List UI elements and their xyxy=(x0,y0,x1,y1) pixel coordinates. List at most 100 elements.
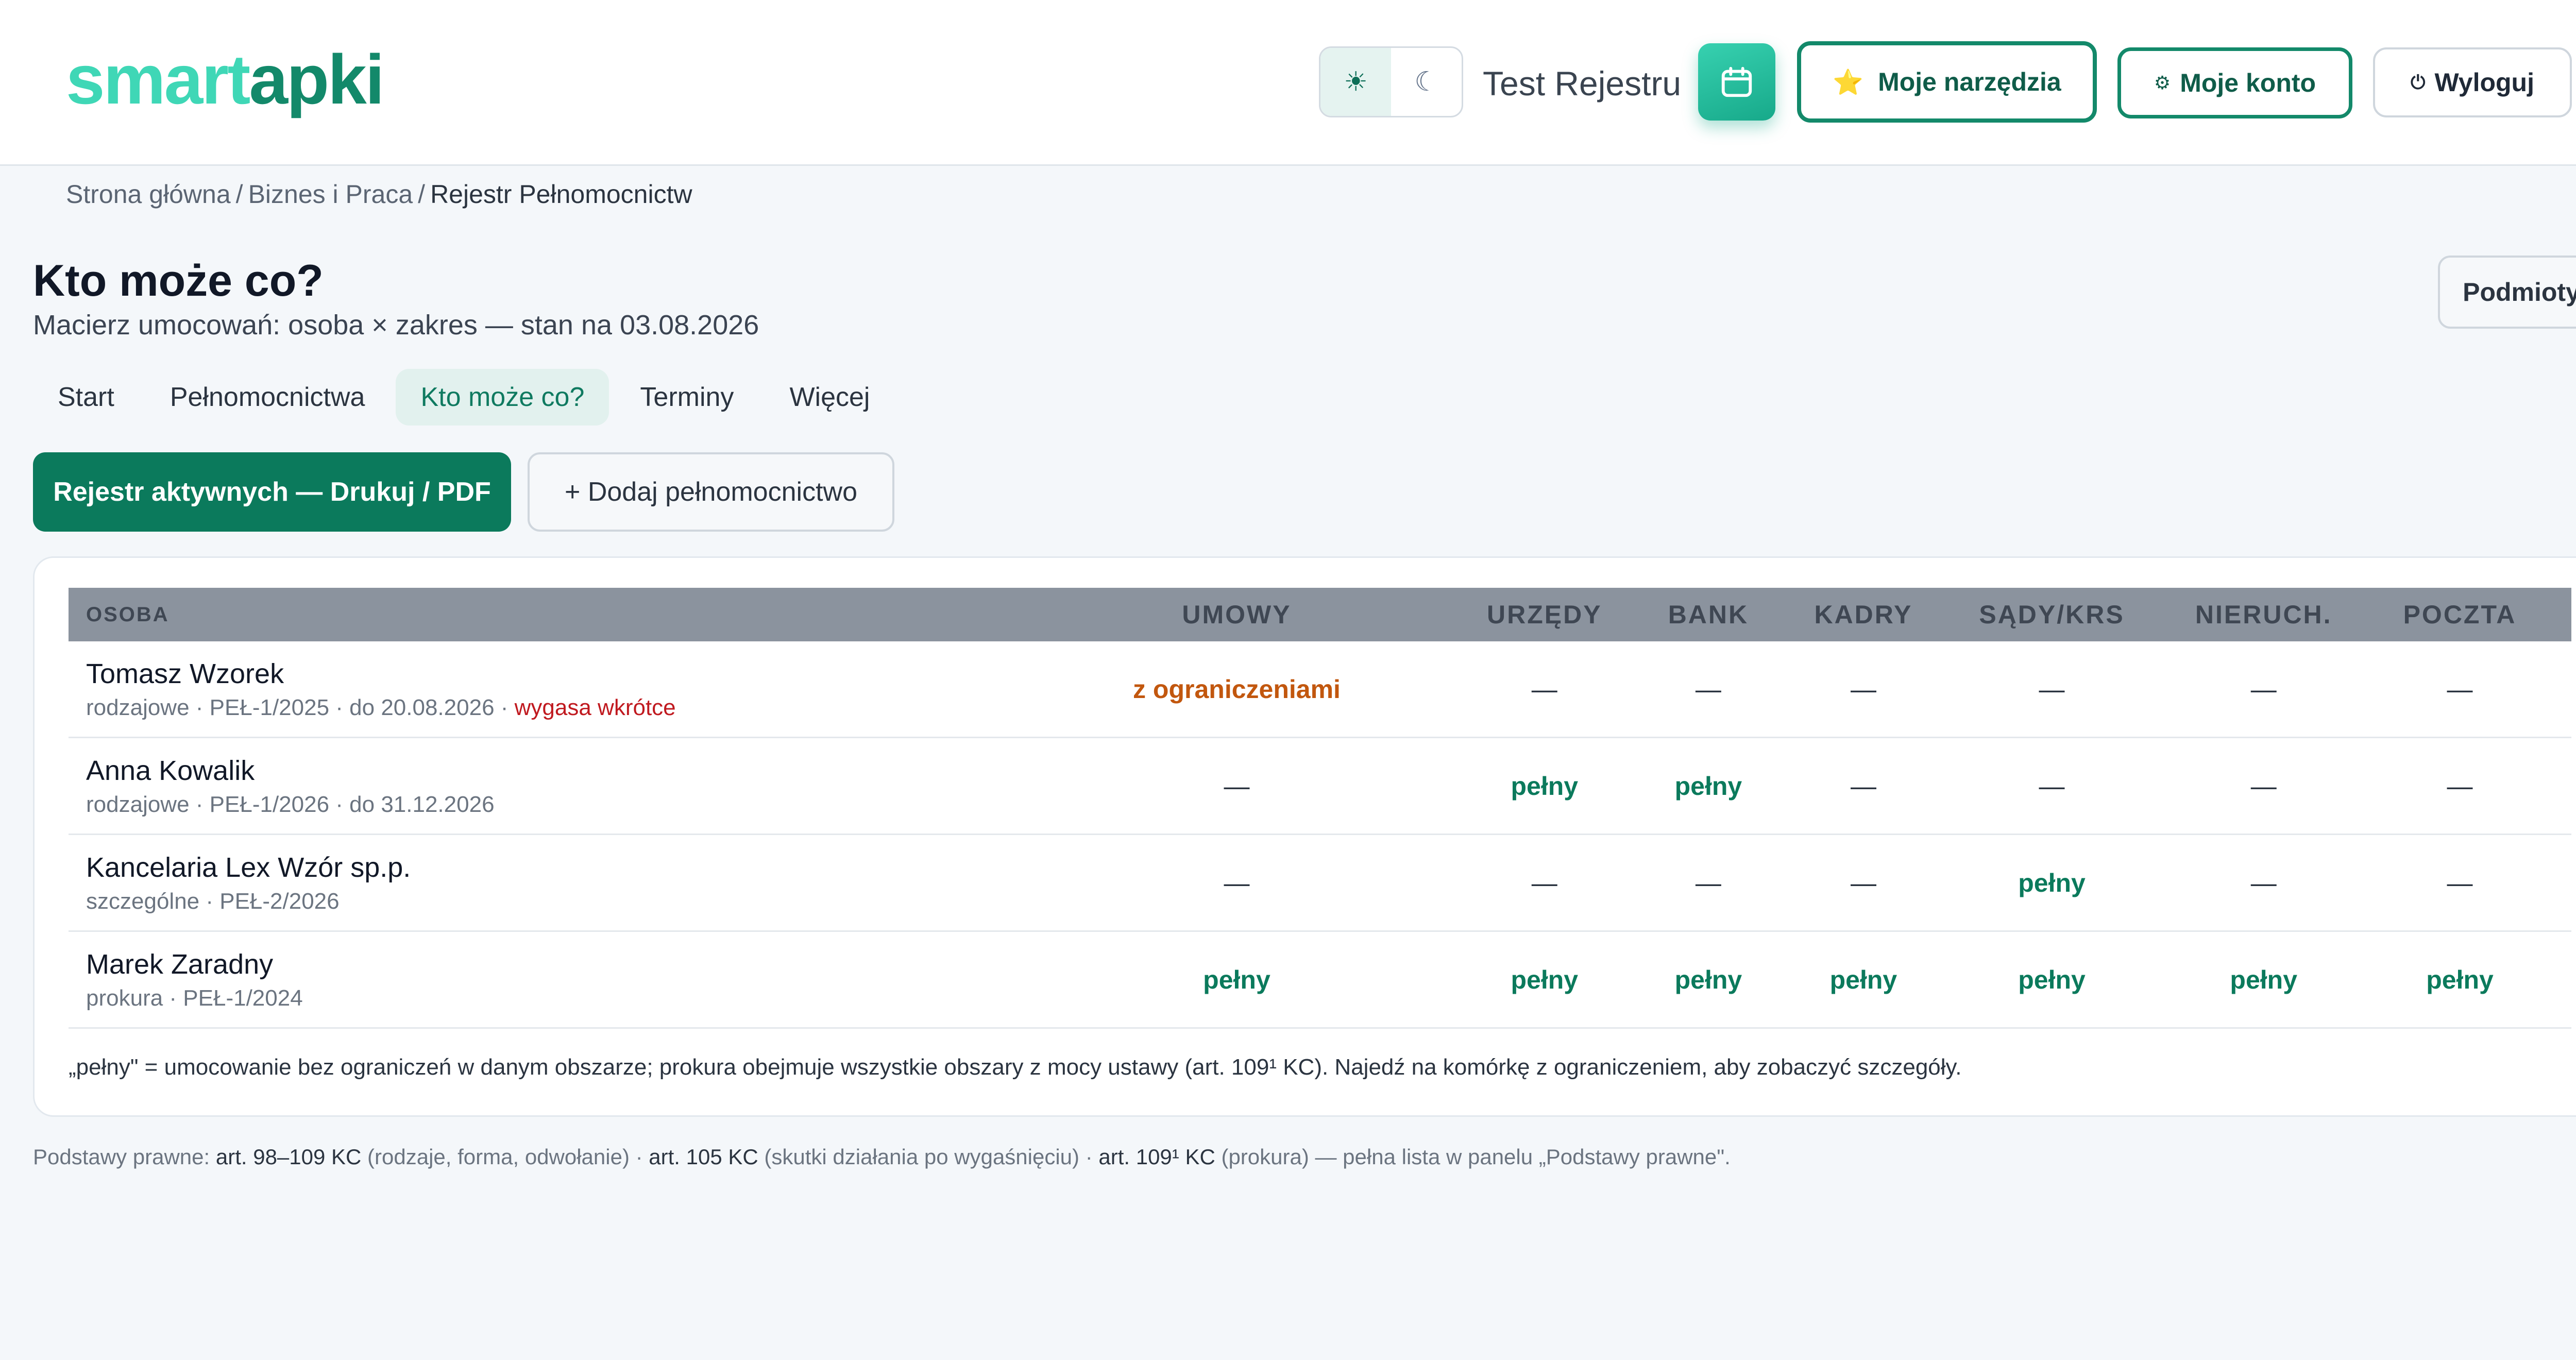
scope-cell: — xyxy=(1224,868,1250,897)
gear-icon: ⚙ xyxy=(2154,72,2171,93)
page-title: Kto może co? xyxy=(33,256,324,305)
person-meta-text: rodzajowe · PEŁ-1/2025 · do 20.08.2026 · xyxy=(86,694,515,720)
legal-basis-footer: Podstawy prawne: art. 98–109 KC (rodzaje… xyxy=(33,1145,1731,1169)
table-header: OSOBA UMOWY URZĘDY BANK KADRY SĄDY/KRS N… xyxy=(69,588,2571,641)
scope-cell: — xyxy=(1695,674,1721,704)
scope-cell: pełny xyxy=(2018,965,2086,994)
scope-cell: — xyxy=(2447,674,2473,704)
person-cell: Tomasz Wzorek rodzajowe · PEŁ-1/2025 · d… xyxy=(69,658,999,721)
tab-bar: Start Pełnomocnictwa Kto może co? Termin… xyxy=(33,369,894,426)
person-cell: Marek Zaradny prokura · PEŁ-1/2024 xyxy=(69,948,999,1011)
scope-cell: pełny xyxy=(1829,965,1897,994)
person-cell: Kancelaria Lex Wzór sp.p. szczególne · P… xyxy=(69,852,999,914)
page-subtitle: Macierz umocowań: osoba × zakres — stan … xyxy=(33,310,759,341)
matrix-legend-note: „pełny" = umocowanie bez ograniczeń w da… xyxy=(69,1055,1962,1080)
person-meta: rodzajowe · PEŁ-1/2026 · do 31.12.2026 xyxy=(86,791,495,817)
scope-cell: pełny xyxy=(2426,965,2494,994)
tab-more[interactable]: Więcej xyxy=(765,369,894,426)
light-theme-button[interactable]: ☀ xyxy=(1320,48,1391,116)
scope-cell: — xyxy=(1695,868,1721,897)
scope-cell: — xyxy=(1531,868,1557,897)
breadcrumb-separator: / xyxy=(235,180,243,209)
scope-cell: pełny xyxy=(2230,965,2298,994)
add-power-of-attorney-button[interactable]: + Dodaj pełnomocnictwo xyxy=(528,452,894,532)
tab-powers-of-attorney[interactable]: Pełnomocnictwa xyxy=(145,369,390,426)
legal-description: (rodzaje, forma, odwołanie) · xyxy=(361,1145,649,1169)
top-header: smartapki ☀ ☾ Test Rejestru ⭐ Moje narzę… xyxy=(0,0,2576,166)
logo-part-apki: apki xyxy=(249,40,384,118)
column-header-person: OSOBA xyxy=(86,603,170,626)
power-icon: ⏻ xyxy=(2411,71,2426,93)
tab-who-can-what[interactable]: Kto może co? xyxy=(396,369,609,426)
person-name: Marek Zaradny xyxy=(86,948,274,980)
expiry-warning: wygasa wkrótce xyxy=(514,694,676,720)
column-header-hr: KADRY xyxy=(1814,600,1913,629)
my-tools-button[interactable]: ⭐ Moje narzędzia xyxy=(1797,41,2097,123)
tab-deadlines[interactable]: Terminy xyxy=(615,369,758,426)
scope-cell: pełny xyxy=(1674,965,1742,994)
logout-label: Wyloguj xyxy=(2434,68,2534,97)
logout-button[interactable]: ⏻ Wyloguj xyxy=(2373,47,2572,117)
user-name: Test Rejestru xyxy=(1483,64,1682,103)
table-row: Kancelaria Lex Wzór sp.p. szczególne · P… xyxy=(69,835,2571,932)
scope-cell: — xyxy=(2447,868,2473,897)
column-header-courts: SĄDY/KRS xyxy=(1979,600,2125,629)
moon-icon: ☾ xyxy=(1414,67,1438,97)
scope-cell: — xyxy=(2250,868,2277,897)
person-cell: Anna Kowalik rodzajowe · PEŁ-1/2026 · do… xyxy=(69,755,999,818)
logo[interactable]: smartapki xyxy=(66,44,385,114)
legal-article-link[interactable]: art. 98–109 KC xyxy=(216,1145,362,1169)
column-header-bank: BANK xyxy=(1668,600,1749,629)
table-row: Anna Kowalik rodzajowe · PEŁ-1/2026 · do… xyxy=(69,738,2571,835)
scope-cell: — xyxy=(1531,674,1557,704)
scope-cell: — xyxy=(1850,674,1876,704)
sun-icon: ☀ xyxy=(1344,67,1368,97)
print-register-button[interactable]: Rejestr aktywnych — Drukuj / PDF xyxy=(33,452,511,532)
dark-theme-button[interactable]: ☾ xyxy=(1391,48,1462,116)
theme-toggle: ☀ ☾ xyxy=(1319,46,1463,117)
scope-cell: — xyxy=(2250,771,2277,801)
star-icon: ⭐ xyxy=(1833,69,1864,96)
scope-cell: — xyxy=(1850,868,1876,897)
person-meta: prokura · PEŁ-1/2024 xyxy=(86,985,303,1011)
scope-cell: — xyxy=(1224,771,1250,801)
calendar-icon xyxy=(1721,66,1752,97)
legal-article-link[interactable]: art. 109¹ KC xyxy=(1098,1145,1215,1169)
person-meta: rodzajowe · PEŁ-1/2025 · do 20.08.2026 ·… xyxy=(86,695,999,721)
breadcrumb: Strona główna / Biznes i Praca / Rejestr… xyxy=(66,179,692,209)
column-header-real-estate: NIERUCH. xyxy=(2195,600,2332,629)
person-name: Tomasz Wzorek xyxy=(86,658,284,689)
tab-start[interactable]: Start xyxy=(33,369,139,426)
column-header-contracts: UMOWY xyxy=(1182,600,1292,629)
matrix-card: OSOBA UMOWY URZĘDY BANK KADRY SĄDY/KRS N… xyxy=(33,556,2576,1117)
legal-description: (prokura) — pełna lista w panelu „Podsta… xyxy=(1215,1145,1731,1169)
scope-cell: pełny xyxy=(1203,965,1270,994)
scope-cell: pełny xyxy=(1511,771,1579,801)
breadcrumb-item-business[interactable]: Biznes i Praca xyxy=(248,179,413,209)
table-row: Tomasz Wzorek rodzajowe · PEŁ-1/2025 · d… xyxy=(69,641,2571,738)
breadcrumb-item-home[interactable]: Strona główna xyxy=(66,179,231,209)
calendar-button[interactable] xyxy=(1698,43,1775,121)
column-header-offices: URZĘDY xyxy=(1486,600,1602,629)
legal-prefix: Podstawy prawne: xyxy=(33,1145,216,1169)
breadcrumb-item-current: Rejestr Pełnomocnictw xyxy=(430,180,692,209)
person-name: Anna Kowalik xyxy=(86,755,255,786)
entities-button[interactable]: Podmioty xyxy=(2438,256,2576,329)
authority-matrix-table: OSOBA UMOWY URZĘDY BANK KADRY SĄDY/KRS N… xyxy=(69,588,2571,1029)
table-row: Marek Zaradny prokura · PEŁ-1/2024 pełny… xyxy=(69,932,2571,1029)
person-meta: szczególne · PEŁ-2/2026 xyxy=(86,888,340,914)
scope-cell: — xyxy=(2250,674,2277,704)
breadcrumb-separator: / xyxy=(418,180,426,209)
scope-cell: pełny xyxy=(2018,868,2086,897)
scope-cell: — xyxy=(2039,771,2065,801)
legal-article-link[interactable]: art. 105 KC xyxy=(649,1145,758,1169)
legal-description: (skutki działania po wygaśnięciu) · xyxy=(758,1145,1099,1169)
scope-cell: pełny xyxy=(1511,965,1579,994)
scope-cell: pełny xyxy=(1674,771,1742,801)
my-tools-label: Moje narzędzia xyxy=(1878,67,2061,96)
scope-cell[interactable]: z ograniczeniami xyxy=(999,674,1475,704)
scope-cell: — xyxy=(2039,674,2065,704)
my-account-button[interactable]: ⚙ Moje konto xyxy=(2117,47,2352,118)
scope-cell: — xyxy=(2447,771,2473,801)
scope-cell: — xyxy=(1850,771,1876,801)
